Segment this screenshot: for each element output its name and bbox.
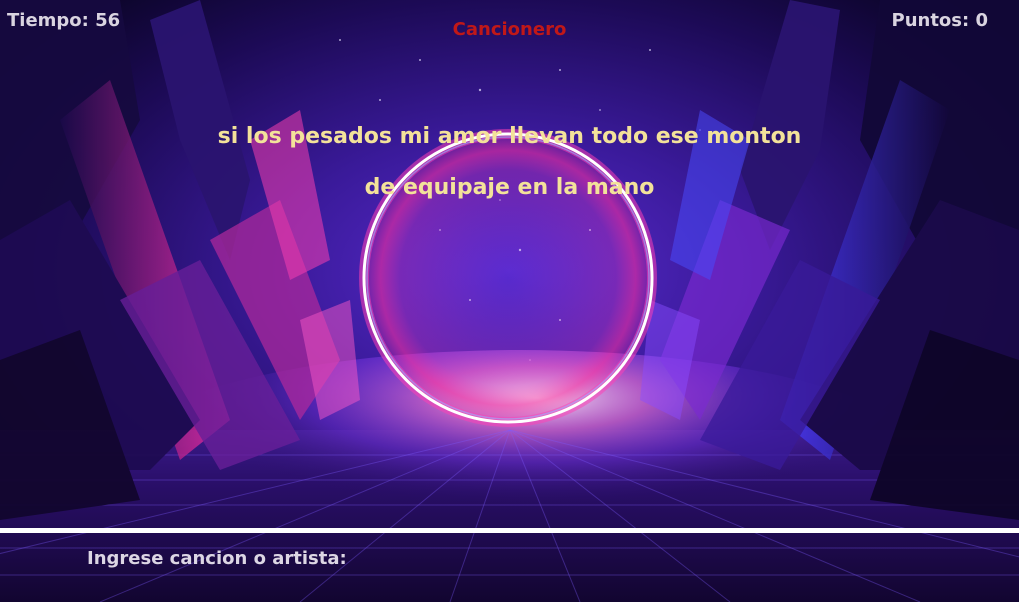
synthwave-background (0, 0, 1019, 602)
game-title: Cancionero (452, 19, 567, 40)
score-counter: Puntos: 0 (891, 10, 989, 31)
lyric-line-1: si los pesados mi amor llevan todo ese m… (217, 124, 802, 149)
answer-input[interactable] (345, 544, 989, 576)
divider-line (0, 528, 1019, 533)
lyric-line-2: de equipaje en la mano (364, 175, 655, 200)
answer-prompt-label: Ingrese cancion o artista: (87, 548, 347, 569)
